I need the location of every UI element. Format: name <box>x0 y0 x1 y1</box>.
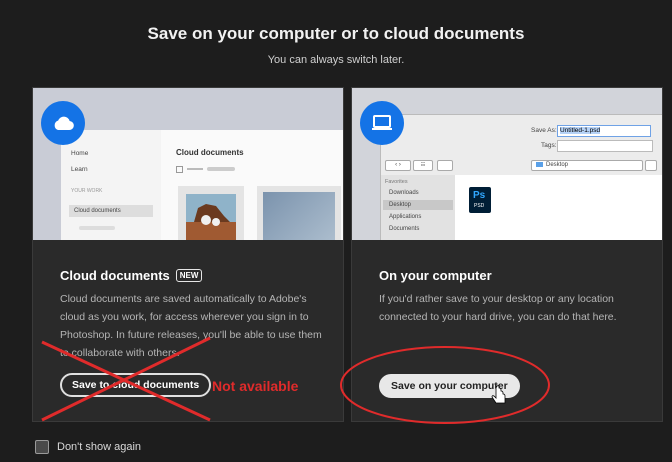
preview-nav-home: Home <box>71 150 89 157</box>
preview-nav-arrows: ‹ › <box>385 160 411 171</box>
on-your-computer-preview: Save As: Untitled-1.psd Tags: ‹ › ☷ Desk… <box>352 88 662 240</box>
not-available-annotation: Not available <box>212 378 299 394</box>
preview-expand-button <box>645 160 657 171</box>
preview-save-as-label: Save As: <box>531 127 557 134</box>
psd-file-icon: Ps PSD <box>469 187 491 213</box>
on-your-computer-card[interactable]: Save As: Untitled-1.psd Tags: ‹ › ☷ Desk… <box>351 87 663 422</box>
psd-file-icon-sub: PSD <box>474 203 485 209</box>
dont-show-again-row[interactable]: Don't show again <box>35 440 141 454</box>
preview-section-label: YOUR WORK <box>71 188 103 194</box>
cloud-documents-preview: Home Learn YOUR WORK Cloud documents Clo… <box>33 88 343 240</box>
dont-show-again-checkbox[interactable] <box>35 440 49 454</box>
cloud-icon <box>41 101 85 145</box>
dialog-subtitle: You can always switch later. <box>267 54 405 66</box>
preview-nav-cloud-documents: Cloud documents <box>74 208 121 214</box>
preview-filter-bar <box>187 168 203 170</box>
preview-placeholder-bar <box>79 226 115 230</box>
preview-heading: Cloud documents <box>176 148 244 157</box>
preview-sidebar-applications: Applications <box>389 214 422 220</box>
preview-location-select: Desktop <box>531 160 643 171</box>
preview-sidebar: Home Learn YOUR WORK Cloud documents <box>61 130 161 240</box>
preview-save-as-value: Untitled-1.psd <box>560 127 601 134</box>
new-badge: NEW <box>175 269 203 282</box>
dialog-title: Save on your computer or to cloud docume… <box>147 24 525 43</box>
psd-file-icon-text: Ps <box>473 190 486 201</box>
preview-finder-sidebar: Favorites Downloads Desktop Applications… <box>381 175 455 240</box>
preview-save-dialog: Save As: Untitled-1.psd Tags: ‹ › ☷ Desk… <box>380 114 662 240</box>
preview-location-value: Desktop <box>546 162 569 168</box>
preview-file-area: Ps PSD <box>455 175 662 240</box>
preview-folder-button <box>437 160 453 171</box>
preview-tags-label: Tags: <box>541 142 557 149</box>
preview-save-as-field: Untitled-1.psd <box>557 125 651 137</box>
preview-checkbox <box>176 166 183 173</box>
preview-sidebar-desktop: Desktop <box>389 202 412 208</box>
preview-filter-pill <box>207 167 235 171</box>
cloud-documents-title: Cloud documents NEW <box>60 268 203 283</box>
preview-nav-learn: Learn <box>71 166 88 173</box>
on-your-computer-body: On your computer If you'd rather save to… <box>352 240 662 421</box>
preview-sidebar-documents: Documents <box>389 226 420 232</box>
computer-icon <box>360 101 404 145</box>
on-your-computer-description: If you'd rather save to your desktop or … <box>379 293 617 323</box>
preview-favorites-label: Favorites <box>385 179 408 185</box>
on-your-computer-title: On your computer <box>379 268 492 283</box>
preview-thumbnail-frame-2 <box>257 186 341 240</box>
cloud-documents-description: Cloud documents are saved automatically … <box>60 293 322 359</box>
save-to-cloud-documents-button[interactable]: Save to cloud documents <box>60 373 212 397</box>
preview-main: Cloud documents <box>161 130 343 240</box>
preview-folder-icon <box>536 162 543 167</box>
preview-view-toggle: ☷ <box>413 160 433 171</box>
dont-show-again-label[interactable]: Don't show again <box>57 441 141 453</box>
cloud-documents-title-text: Cloud documents <box>60 268 170 283</box>
preview-sidebar-downloads: Downloads <box>389 190 419 196</box>
cloud-documents-card[interactable]: Home Learn YOUR WORK Cloud documents Clo… <box>32 87 344 422</box>
save-on-your-computer-button[interactable]: Save on your computer <box>379 374 520 398</box>
preview-tags-field <box>557 140 653 152</box>
preview-thumbnail-frame <box>178 186 244 240</box>
